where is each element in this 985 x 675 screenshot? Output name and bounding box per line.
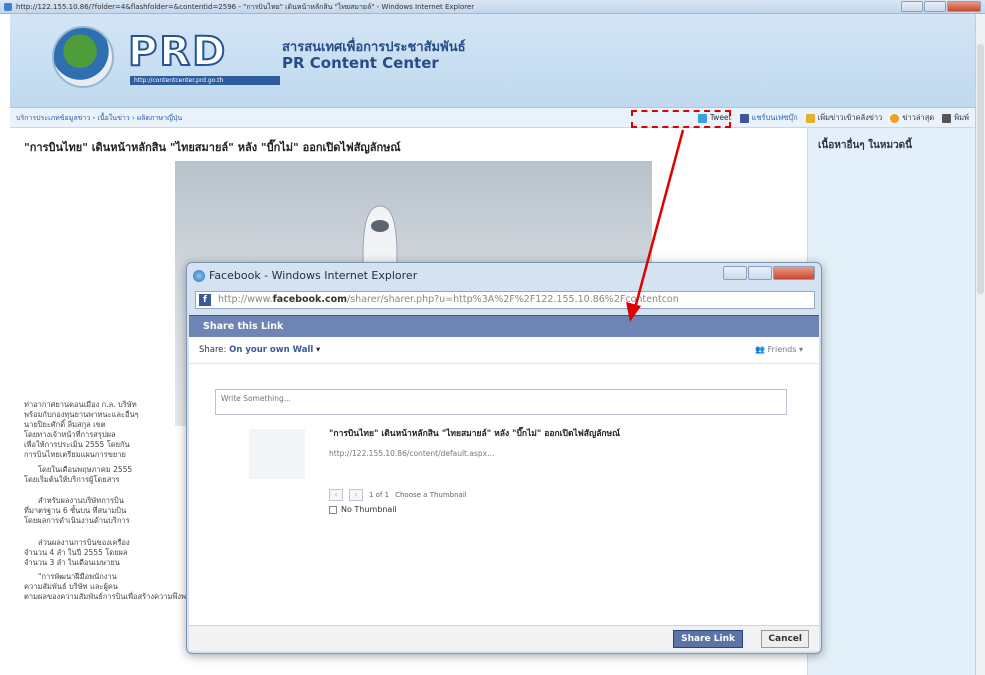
audience-selector[interactable]: 👥 Friends ▾ <box>755 345 803 354</box>
article-paragraph: สำหรับผลงานบริษัทการบิน ที่มาตรฐาน 6 ชั้น… <box>24 496 194 526</box>
share-header-label: Share this Link <box>203 321 284 332</box>
address-domain: facebook.com <box>272 294 348 305</box>
minimize-button[interactable] <box>901 1 923 12</box>
site-header: PRD http://contentcenter.prd.go.th สารสน… <box>10 14 975 108</box>
printer-icon <box>942 113 952 123</box>
thumbnail-pager: ‹ › 1 of 1 Choose a Thumbnail <box>329 489 467 501</box>
save-news-label: เพิ่มข่าวเข้าคลังข่าว <box>817 113 883 122</box>
paragraph-line: โดยผลการดำเนินงานด้านบริการ <box>24 516 130 525</box>
paragraph-line: สำหรับผลงานบริษัทการบิน <box>38 496 124 505</box>
latest-news-button[interactable]: ข่าวล่าสุด <box>890 108 934 128</box>
address-path: /sharer/sharer.php?u=http%3A%2F%2F122.15… <box>347 294 679 305</box>
maximize-button[interactable] <box>924 1 946 12</box>
print-label: พิมพ์ <box>954 113 969 122</box>
paragraph-line: ตามผลของความสัมพันธ์การบินเพื่อสร้างความ… <box>24 592 194 601</box>
nav-bar: บริการประเภทข้อมูลข่าว › เนื้อในข่าว › ผ… <box>10 108 975 128</box>
site-name-english: PR Content Center <box>282 54 439 72</box>
latest-news-label: ข่าวล่าสุด <box>902 113 935 122</box>
chevron-down-icon: ▾ <box>798 345 803 354</box>
print-button[interactable]: พิมพ์ <box>942 108 969 128</box>
prd-logo[interactable]: PRD <box>127 29 227 75</box>
link-thumbnail <box>249 429 305 479</box>
scrollbar-thumb[interactable] <box>977 44 984 294</box>
popup-maximize-button[interactable] <box>748 266 772 280</box>
paragraph-line: จำนวน 4 ลำ ในปี 2555 โดยผล <box>24 548 128 557</box>
next-thumb-button[interactable]: › <box>349 489 363 501</box>
article-actions: Tweet แชร์บนเฟซบุ๊ก เพิ่มข่าวเข้าคลังข่า… <box>697 108 969 128</box>
folder-icon <box>805 113 815 123</box>
facebook-icon <box>739 113 749 123</box>
browser-title: http://122.155.10.86/?folder=4&flashfold… <box>16 3 475 11</box>
paragraph-line: ส่วนผลงานการบินของเครื่อง <box>38 538 130 547</box>
article-paragraph: ส่วนผลงานการบินของเครื่อง จำนวน 4 ลำ ในปี… <box>24 538 194 568</box>
paragraph-line: โดยเริ่มต้นให้บริการผู้โดยสาร <box>24 475 120 484</box>
popup-window-controls <box>723 266 815 280</box>
star-icon <box>890 113 900 123</box>
paragraph-line: พร้อมกับกองทุนยานพาหนะและอื่นๆ <box>24 410 139 419</box>
page-scrollbar[interactable] <box>975 14 985 675</box>
facebook-share-button[interactable]: แชร์บนเฟซบุ๊ก <box>739 108 798 128</box>
article-paragraph: "การพัฒนาฝีมือพนักงาน ความสัมพันธ์ บริษัท… <box>24 572 194 602</box>
breadcrumb[interactable]: บริการประเภทข้อมูลข่าว › เนื้อในข่าว › ผ… <box>16 114 182 122</box>
share-dialog-body: Share: On your own Wall ▾ 👥 Friends ▾ "ก… <box>189 337 819 625</box>
no-thumbnail-label: No Thumbnail <box>341 505 397 514</box>
paragraph-line: การบินไทยเตรียมแผนการขยาย <box>24 450 126 459</box>
share-target-selector[interactable]: Share: On your own Wall ▾ <box>199 345 320 355</box>
prd-emblem-icon <box>52 26 114 88</box>
facebook-share-window: Facebook - Windows Internet Explorer f h… <box>186 262 822 654</box>
related-sidebar: เนื้อหาอื่นๆ ในหมวดนี้ <box>807 128 975 675</box>
popup-minimize-button[interactable] <box>723 266 747 280</box>
prev-thumb-button[interactable]: ‹ <box>329 489 343 501</box>
facebook-share-label: แชร์บนเฟซบุ๊ก <box>751 113 798 122</box>
link-url: http://122.155.10.86/content/default.asp… <box>329 449 495 458</box>
paragraph-line: โดยทางเจ้าหน้าที่การสรุปผล <box>24 430 116 439</box>
share-dialog-footer: Share Link Cancel <box>189 625 819 651</box>
paragraph-line: "การพัฒนาฝีมือพนักงาน <box>38 572 117 581</box>
paragraph-line: เพื่อให้การประเมิน 2555 โดยกัน <box>24 440 130 449</box>
close-button[interactable] <box>947 1 981 12</box>
paragraph-line: นายปิยะศักดิ์ ลิ่มสกุล เขต <box>24 420 106 429</box>
save-news-button[interactable]: เพิ่มข่าวเข้าคลังข่าว <box>805 108 883 128</box>
logo-url: http://contentcenter.prd.go.th <box>130 76 280 85</box>
no-thumbnail-option[interactable]: No Thumbnail <box>329 505 397 514</box>
audience-label: Friends <box>767 345 797 354</box>
window-controls <box>901 1 981 12</box>
paragraph-line: จำนวน 3 ลำ ในเดือนเมษายน <box>24 558 120 567</box>
article-paragraph: ท่าอากาศยานดอนเมือง ก.ล. บริษัท พร้อมกับก… <box>24 400 194 460</box>
friends-icon: 👥 <box>755 345 766 354</box>
divider <box>189 363 819 364</box>
ie-icon <box>193 270 205 282</box>
share-label: Share: <box>199 345 227 355</box>
share-message-input[interactable] <box>215 389 787 415</box>
chevron-down-icon: ▾ <box>315 345 321 355</box>
ie-icon <box>4 3 12 11</box>
paragraph-line: ท่าอากาศยานดอนเมือง ก.ล. บริษัท <box>24 400 137 409</box>
popup-address-bar[interactable]: f http://www.facebook.com/sharer/sharer.… <box>195 291 815 309</box>
popup-title: Facebook - Windows Internet Explorer <box>209 269 418 282</box>
highlight-box <box>631 110 731 128</box>
popup-close-button[interactable] <box>773 266 815 280</box>
paragraph-line: ความสัมพันธ์ บริษัท และผู้คน <box>24 582 118 591</box>
facebook-icon: f <box>199 294 211 306</box>
share-link-button[interactable]: Share Link <box>673 630 743 648</box>
paragraph-line: โดยในเดือนพฤษภาคม 2555 <box>38 465 133 474</box>
article-title: "การบินไทย" เดินหน้าหลักสิน "ไทยสมายล์" … <box>24 141 401 154</box>
share-target: On your own Wall <box>229 345 314 355</box>
address-prefix: http://www. <box>218 294 273 305</box>
browser-title-bar: http://122.155.10.86/?folder=4&flashfold… <box>0 0 985 14</box>
choose-thumbnail-label: Choose a Thumbnail <box>395 491 467 499</box>
paragraph-line: ที่มาตรฐาน 6 ชั้นบน ที่สนามบิน <box>24 506 127 515</box>
no-thumbnail-checkbox[interactable] <box>329 505 337 514</box>
share-header-bar: Share this Link <box>189 315 819 337</box>
link-title[interactable]: "การบินไทย" เดินหน้าหลักสิน "ไทยสมายล์" … <box>329 429 629 439</box>
article-paragraph: โดยในเดือนพฤษภาคม 2555 โดยเริ่มต้นให้บริก… <box>24 465 194 485</box>
sidebar-title: เนื้อหาอื่นๆ ในหมวดนี้ <box>818 140 913 151</box>
cancel-button[interactable]: Cancel <box>761 630 809 648</box>
pager-count: 1 of 1 <box>369 491 390 499</box>
